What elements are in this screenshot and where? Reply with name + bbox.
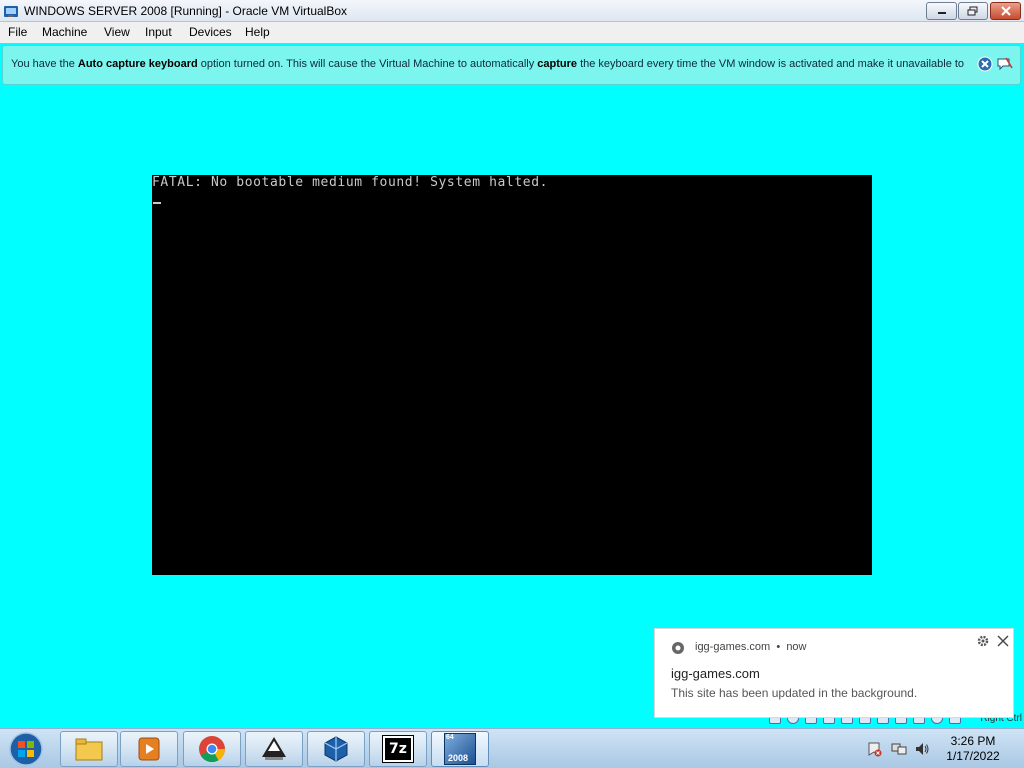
vm-display[interactable]: FATAL: No bootable medium found! System … bbox=[152, 175, 872, 575]
arch-64-label: 64 bbox=[446, 734, 454, 741]
window-title: WINDOWS SERVER 2008 [Running] - Oracle V… bbox=[24, 4, 348, 18]
menu-devices[interactable]: Devices bbox=[189, 25, 232, 39]
notification-title: igg-games.com bbox=[671, 666, 760, 681]
notification-origin: igg-games.com • now bbox=[695, 641, 807, 653]
taskbar-media-player[interactable] bbox=[120, 731, 178, 767]
minimize-button[interactable] bbox=[926, 2, 957, 20]
banner-close-icon[interactable] bbox=[977, 56, 993, 72]
banner-text-2: option turned on. This will cause the Vi… bbox=[197, 58, 538, 70]
chrome-icon bbox=[199, 736, 226, 763]
close-button[interactable] bbox=[990, 2, 1021, 20]
banner-message: You have the Auto capture keyboard optio… bbox=[11, 58, 964, 70]
banner-text-1: You have the bbox=[11, 58, 78, 70]
version-2008-label: 2008 bbox=[448, 753, 469, 763]
banner-bold-1: Auto capture keyboard bbox=[77, 58, 198, 70]
clock-time: 3:26 PM bbox=[950, 734, 996, 748]
chrome-icon bbox=[672, 642, 684, 654]
taskbar-virtualbox[interactable] bbox=[307, 731, 365, 767]
banner-mute-icon[interactable] bbox=[997, 56, 1013, 72]
taskbar-explorer[interactable] bbox=[60, 731, 118, 767]
menu-help[interactable]: Help bbox=[245, 25, 270, 39]
banner-text-3: the keyboard every time the VM window is… bbox=[577, 58, 965, 70]
inkscape-icon bbox=[262, 737, 286, 760]
notification-body: This site has been updated in the backgr… bbox=[671, 686, 918, 700]
start-button[interactable] bbox=[6, 732, 46, 766]
virtualbox-icon bbox=[324, 736, 348, 762]
minimize-icon bbox=[937, 12, 946, 14]
chrome-notification[interactable]: igg-games.com • now igg-games.com This s… bbox=[654, 628, 1014, 718]
notification-origin-site: igg-games.com bbox=[695, 641, 771, 653]
boot-error-message: FATAL: No bootable medium found! System … bbox=[152, 175, 549, 190]
windows-server-2008-icon: 64 2008 bbox=[444, 733, 476, 765]
banner-bold-2: capture bbox=[537, 58, 578, 70]
taskbar: 7z 64 2008 3:26 PM 1/17/2022 bbox=[0, 728, 1024, 768]
7zip-icon: 7z bbox=[382, 735, 414, 763]
network-tray-icon[interactable] bbox=[891, 741, 907, 757]
taskbar-inkscape[interactable] bbox=[245, 731, 303, 767]
taskbar-7zip[interactable]: 7z bbox=[369, 731, 427, 767]
volume-icon[interactable] bbox=[914, 741, 930, 757]
action-center-icon[interactable] bbox=[866, 741, 882, 757]
notification-time: now bbox=[786, 641, 807, 653]
taskbar-chrome[interactable] bbox=[183, 731, 241, 767]
menu-input[interactable]: Input bbox=[145, 25, 172, 39]
media-player-icon bbox=[138, 737, 160, 761]
menu-machine[interactable]: Machine bbox=[42, 25, 87, 39]
folder-icon bbox=[75, 738, 103, 761]
notification-close-icon[interactable] bbox=[997, 635, 1009, 647]
notification-separator: • bbox=[776, 641, 781, 653]
restore-icon bbox=[967, 6, 978, 16]
clock-date: 1/17/2022 bbox=[946, 749, 1000, 763]
taskbar-windows-server-2008[interactable]: 64 2008 bbox=[431, 731, 489, 767]
gear-icon[interactable] bbox=[977, 635, 989, 647]
virtualbox-icon bbox=[4, 6, 18, 17]
system-clock[interactable]: 3:26 PM 1/17/2022 bbox=[935, 734, 1011, 764]
text-cursor bbox=[153, 202, 161, 204]
menu-view[interactable]: View bbox=[104, 25, 130, 39]
close-icon bbox=[1000, 6, 1011, 16]
auto-capture-banner: You have the Auto capture keyboard optio… bbox=[2, 45, 1021, 85]
restore-button[interactable] bbox=[958, 2, 988, 20]
menu-file[interactable]: File bbox=[8, 25, 27, 39]
menu-bar: File Machine View Input Devices Help bbox=[0, 22, 1024, 43]
window-titlebar[interactable]: WINDOWS SERVER 2008 [Running] - Oracle V… bbox=[0, 0, 1024, 22]
